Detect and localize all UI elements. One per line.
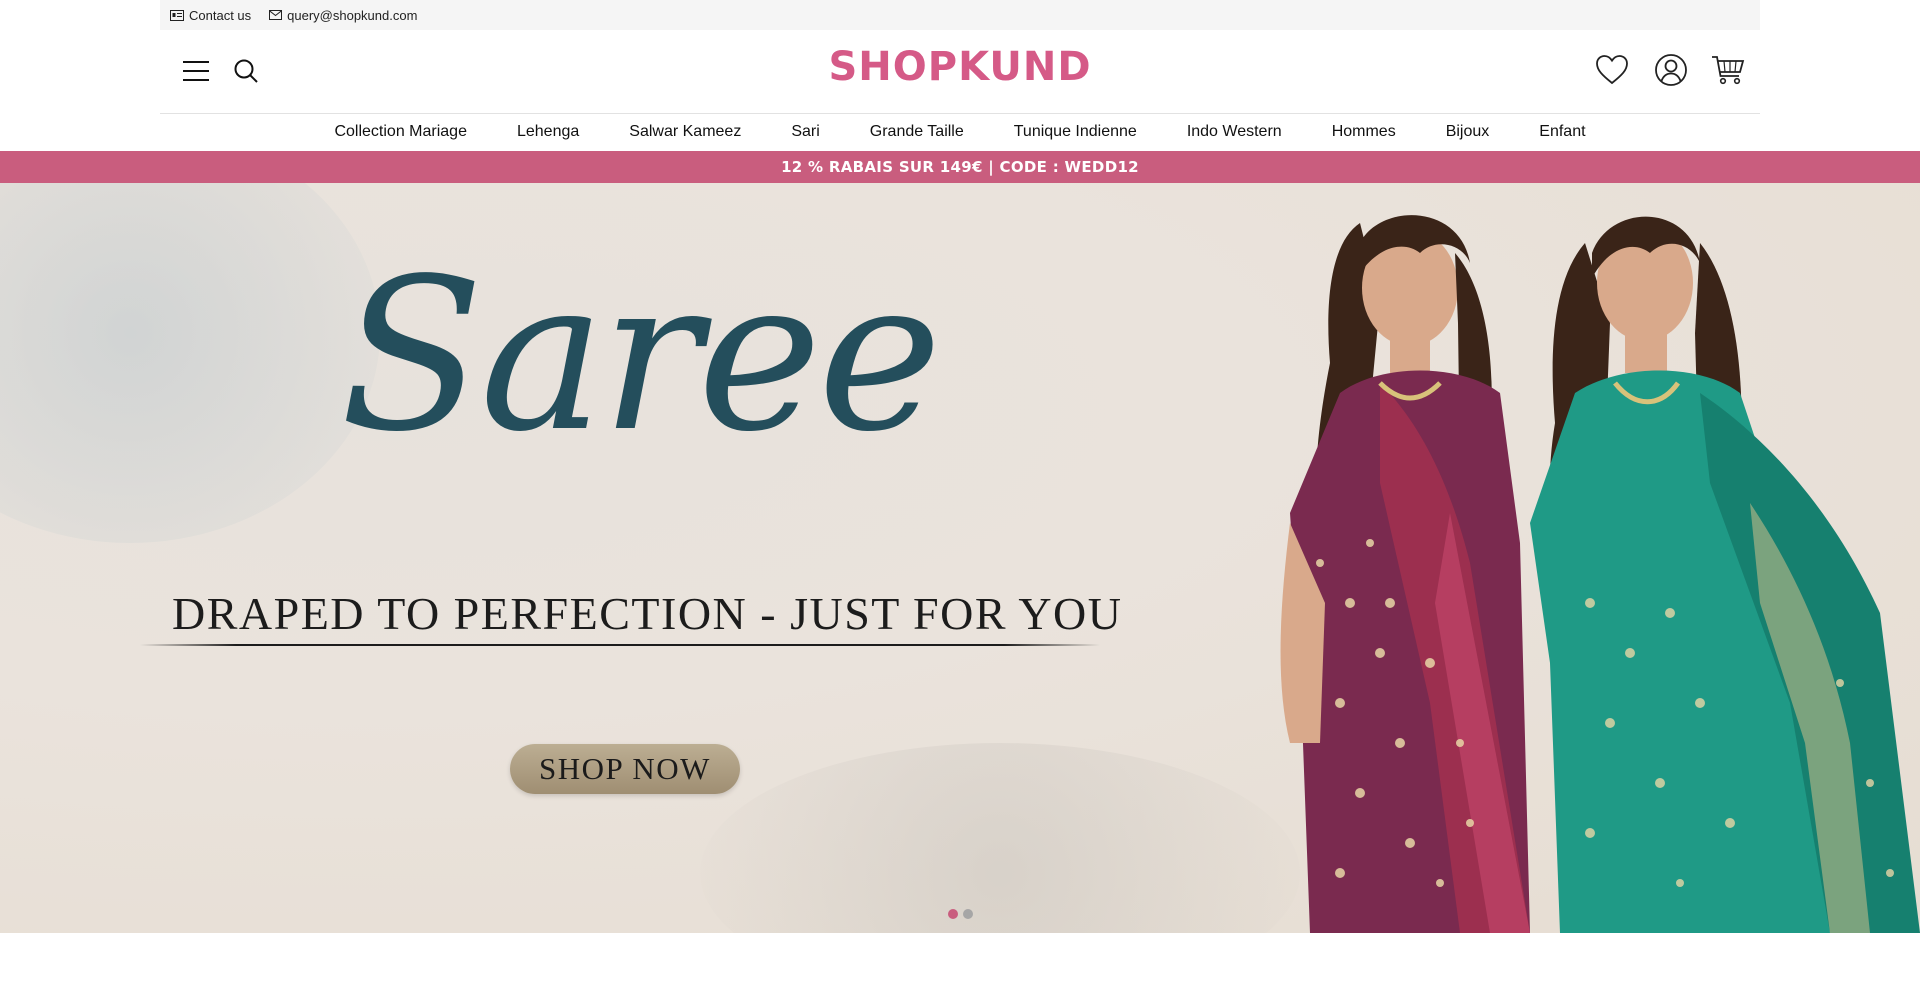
contact-us-link[interactable]: Contact us — [170, 8, 251, 23]
background-texture-lower — [700, 743, 1300, 933]
model-left-figure — [1280, 215, 1530, 933]
user-icon[interactable] — [1653, 52, 1689, 88]
site-header: SHOPKUND — [160, 30, 1760, 114]
hero-models-image — [1280, 215, 1920, 933]
nav-item-sari[interactable]: Sari — [791, 123, 819, 141]
email-address: query@shopkund.com — [287, 7, 418, 23]
hero-banner[interactable]: Saree DRAPED TO PERFECTION - JUST FOR YO… — [0, 183, 1920, 933]
contact-us-label: Contact us — [189, 7, 252, 23]
nav-item-collection-mariage[interactable]: Collection Mariage — [334, 123, 467, 141]
site-logo[interactable]: SHOPKUND — [160, 44, 1760, 90]
model-right-figure — [1530, 216, 1920, 933]
nav-item-lehenga[interactable]: Lehenga — [517, 123, 579, 141]
cart-icon[interactable] — [1710, 52, 1746, 88]
nav-item-bijoux[interactable]: Bijoux — [1446, 123, 1490, 141]
nav-item-grande-taille[interactable]: Grande Taille — [870, 123, 964, 141]
nav-item-enfant[interactable]: Enfant — [1539, 123, 1585, 141]
tagline-divider — [140, 644, 1100, 646]
hero-tagline: DRAPED TO PERFECTION - JUST FOR YOU — [172, 588, 1123, 639]
nav-item-hommes[interactable]: Hommes — [1332, 123, 1396, 141]
promo-text: 12 % RABAIS SUR 149€ | CODE : WEDD12 — [781, 158, 1139, 176]
nav-item-tunique-indienne[interactable]: Tunique Indienne — [1014, 123, 1137, 141]
carousel-dots — [0, 909, 1920, 919]
carousel-dot-2[interactable] — [962, 909, 973, 919]
top-utility-bar: Contact us query@shopkund.com — [160, 0, 1760, 30]
contact-card-icon — [170, 9, 184, 21]
hero-title: Saree — [340, 233, 942, 478]
email-link[interactable]: query@shopkund.com — [269, 8, 417, 23]
heart-icon[interactable] — [1594, 52, 1630, 88]
carousel-dot-1[interactable] — [947, 909, 958, 919]
nav-item-salwar-kameez[interactable]: Salwar Kameez — [629, 123, 741, 141]
background-texture — [0, 183, 380, 543]
promo-banner: 12 % RABAIS SUR 149€ | CODE : WEDD12 — [0, 151, 1920, 183]
main-navigation: Collection Mariage Lehenga Salwar Kameez… — [0, 113, 1920, 151]
envelope-icon — [269, 10, 283, 20]
shop-now-button[interactable]: SHOP NOW — [510, 744, 740, 794]
nav-item-indo-western[interactable]: Indo Western — [1187, 123, 1282, 141]
